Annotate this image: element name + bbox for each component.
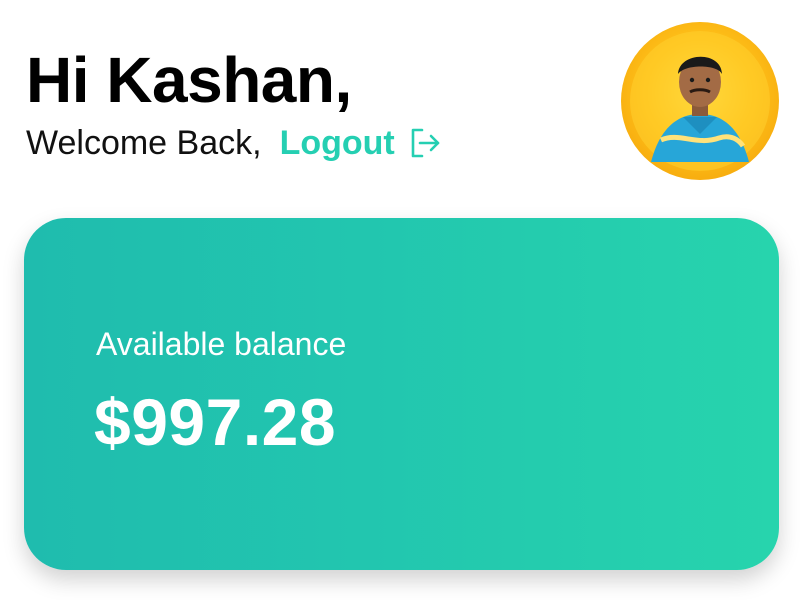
balance-card[interactable]: Available balance $997.28 — [24, 218, 779, 570]
welcome-text: Welcome Back, — [26, 123, 262, 162]
greeting-title: Hi Kashan, — [26, 44, 352, 116]
logout-label: Logout — [279, 123, 395, 162]
welcome-row: Welcome Back, Logout — [26, 120, 443, 166]
avatar-portrait-image — [630, 31, 770, 171]
balance-label: Available balance — [96, 326, 347, 362]
user-avatar[interactable] — [621, 22, 779, 180]
home-screen: Hi Kashan, Welcome Back, Logout Availabl… — [0, 0, 800, 600]
logout-icon — [407, 125, 443, 161]
balance-amount: $997.28 — [94, 385, 337, 459]
logout-button[interactable]: Logout — [280, 124, 443, 163]
